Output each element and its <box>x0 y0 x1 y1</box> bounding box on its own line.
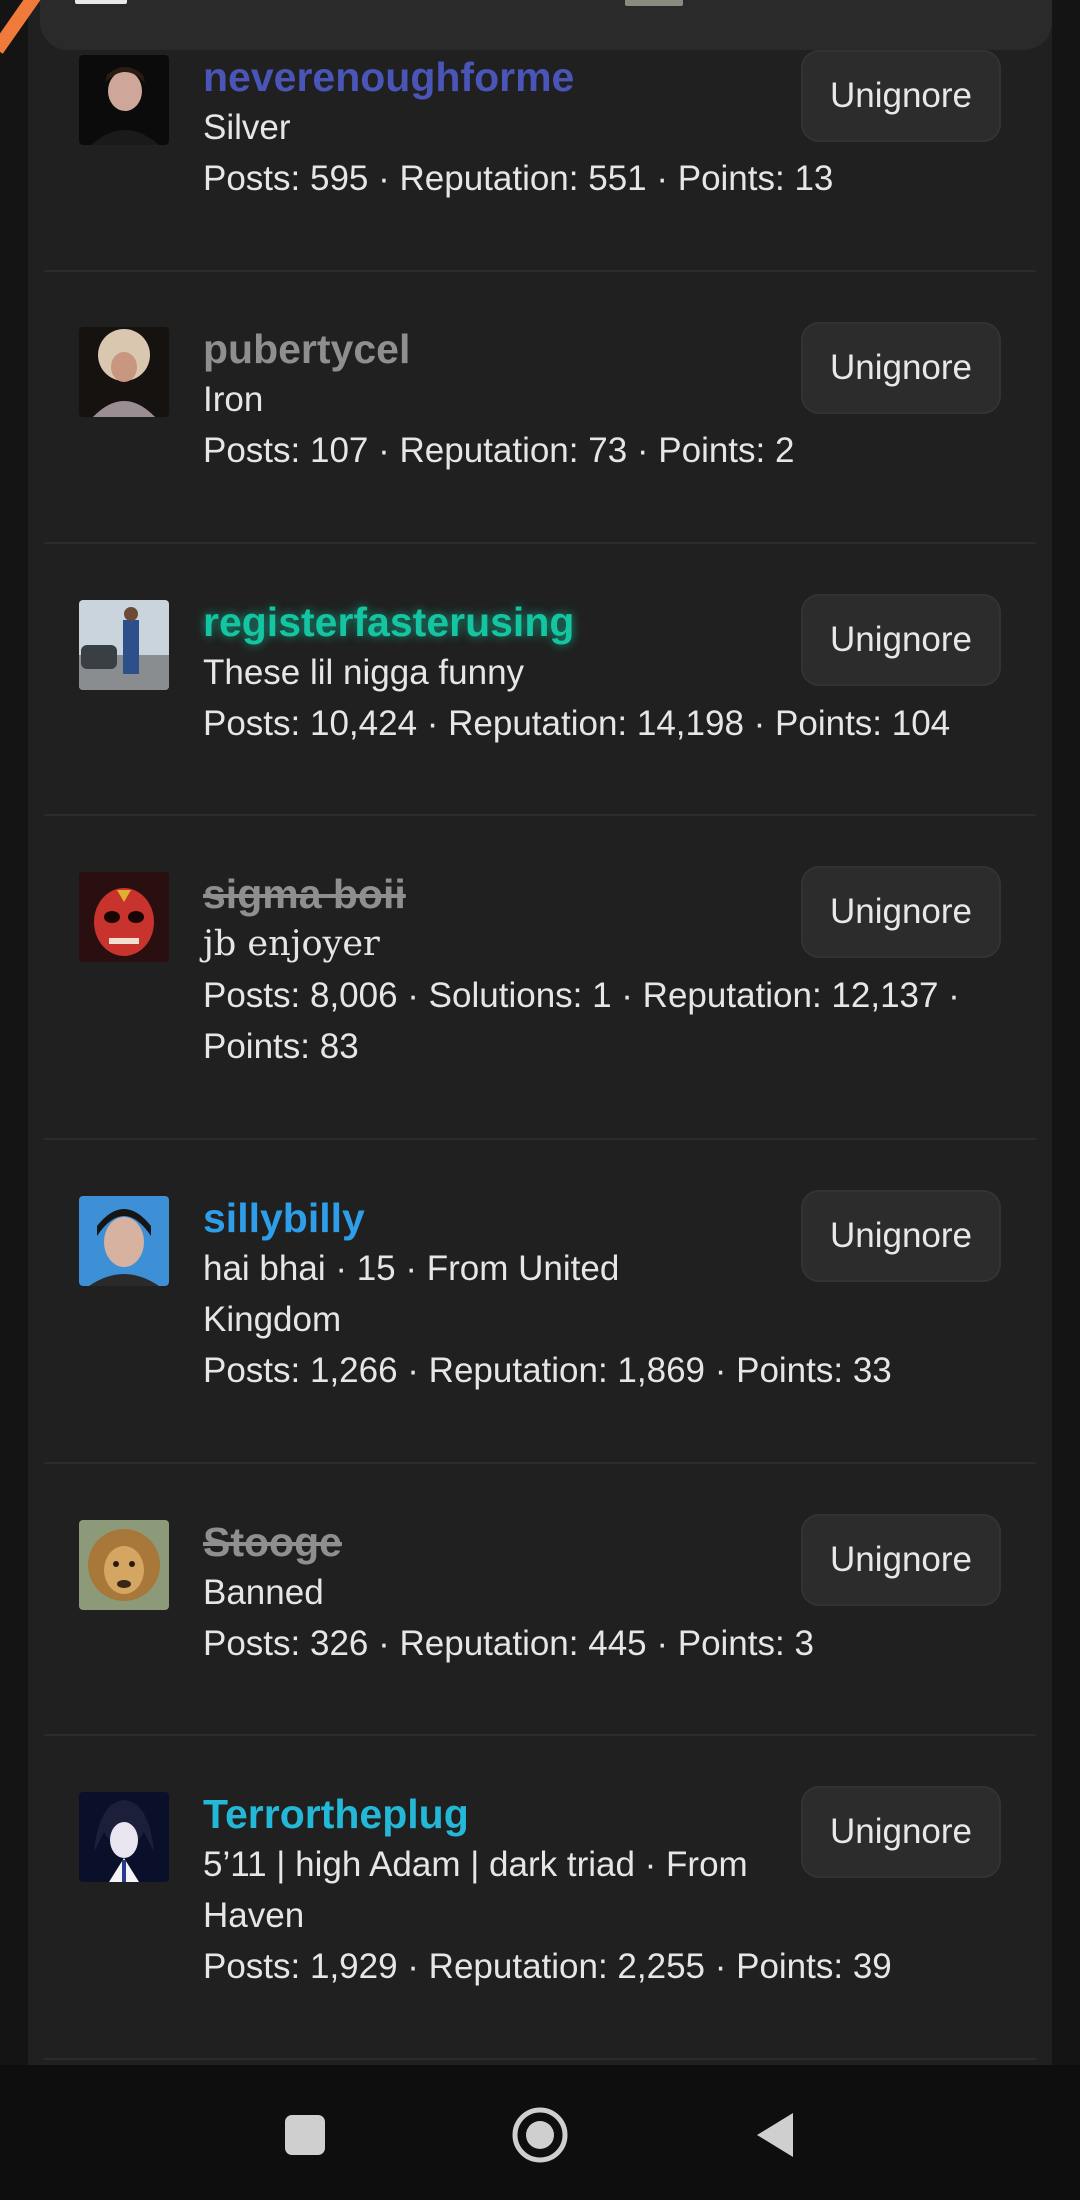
member-username[interactable]: neverenoughforme <box>203 52 806 102</box>
member-row: Terrortheplug 5’11 | high Adam | dark tr… <box>44 1734 1036 2060</box>
member-title: hai bhai · 15 · From United Kingdom <box>203 1249 620 1339</box>
member-username[interactable]: pubertycel <box>203 324 806 374</box>
member-title: jb enjoyer <box>203 924 380 964</box>
member-username[interactable]: sigma boii <box>203 869 806 919</box>
member-stats: Posts: 326 · Reputation: 445 · Points: 3 <box>203 1624 814 1663</box>
unignore-button[interactable]: Unignore <box>801 1190 1001 1282</box>
member-row: neverenoughforme Silver Posts: 595 · Rep… <box>44 30 1036 272</box>
avatar-red-mask-icon[interactable] <box>79 872 169 962</box>
system-navigation-bar <box>0 2065 1080 2200</box>
avatar-car-photo-icon[interactable] <box>79 600 169 690</box>
header-fragment <box>75 0 127 4</box>
unignore-button[interactable]: Unignore <box>801 50 1001 142</box>
member-title: 5’11 | high Adam | dark triad · From Hav… <box>203 1845 748 1935</box>
member-row: registerfasterusing These lil nigga funn… <box>44 542 1036 816</box>
member-title: Silver <box>203 108 291 147</box>
right-gutter <box>1052 0 1080 2065</box>
member-username[interactable]: Stooge <box>203 1517 806 1567</box>
member-stats: Posts: 10,424 · Reputation: 14,198 · Poi… <box>203 704 951 743</box>
member-stats: Posts: 107 · Reputation: 73 · Points: 2 <box>203 431 795 470</box>
screen: neverenoughforme Silver Posts: 595 · Rep… <box>0 0 1080 2200</box>
unignore-button[interactable]: Unignore <box>801 322 1001 414</box>
member-stats: Posts: 1,929 · Reputation: 2,255 · Point… <box>203 1947 892 1986</box>
member-row: sillybilly hai bhai · 15 · From United K… <box>44 1138 1036 1464</box>
member-title: These lil nigga funny <box>203 653 525 692</box>
member-stats: Posts: 595 · Reputation: 551 · Points: 1… <box>203 159 834 198</box>
unignore-button[interactable]: Unignore <box>801 594 1001 686</box>
member-row: sigma boii jb enjoyer Posts: 8,006 · Sol… <box>44 814 1036 1140</box>
unignore-button[interactable]: Unignore <box>801 866 1001 958</box>
member-username[interactable]: registerfasterusing <box>203 597 806 647</box>
header-thumbnail-fragment <box>625 0 683 6</box>
circle-home-icon[interactable] <box>500 2095 580 2175</box>
member-stats: Posts: 1,266 · Reputation: 1,869 · Point… <box>203 1351 892 1390</box>
member-username[interactable]: sillybilly <box>203 1193 806 1243</box>
avatar-lion-icon[interactable] <box>79 1520 169 1610</box>
avatar-face-icon[interactable] <box>79 1196 169 1286</box>
member-row: pubertycel Iron Posts: 107 · Reputation:… <box>44 270 1036 544</box>
member-title: Banned <box>203 1573 324 1612</box>
sticky-header-bar <box>40 0 1052 50</box>
avatar-anime-icon[interactable] <box>79 1792 169 1882</box>
unignore-button[interactable]: Unignore <box>801 1786 1001 1878</box>
left-gutter <box>0 0 28 2065</box>
member-stats: Posts: 8,006 · Solutions: 1 · Reputation… <box>203 976 960 1066</box>
member-title: Iron <box>203 380 264 419</box>
member-username[interactable]: Terrortheplug <box>203 1789 806 1839</box>
avatar-fur-hat-icon[interactable] <box>79 327 169 417</box>
member-row: Stooge Banned Posts: 326 · Reputation: 4… <box>44 1462 1036 1736</box>
avatar-dark-hair-icon[interactable] <box>79 55 169 145</box>
square-icon[interactable] <box>265 2095 345 2175</box>
triangle-back-icon[interactable] <box>735 2095 815 2175</box>
unignore-button[interactable]: Unignore <box>801 1514 1001 1606</box>
